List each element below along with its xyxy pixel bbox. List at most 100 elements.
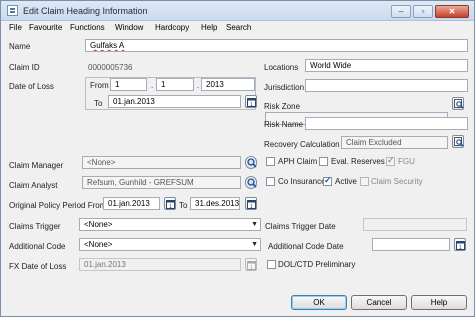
eval-reserves-label: Eval. Reserves bbox=[331, 157, 385, 166]
menu-bar: File Favourite Functions Window Hardcopy… bbox=[1, 21, 474, 35]
dol-ctd-preliminary-label: DOL/CTD Preliminary bbox=[278, 260, 356, 269]
help-button[interactable]: Help bbox=[411, 295, 467, 310]
additional-code-calendar-button[interactable]: 1 bbox=[454, 238, 466, 251]
claim-analyst-search-button[interactable] bbox=[245, 176, 257, 189]
claim-analyst-field[interactable]: Refsum, Gunhild - GREFSUM bbox=[82, 176, 241, 189]
lookup-icon bbox=[454, 137, 464, 147]
menu-hardcopy[interactable]: Hardcopy bbox=[155, 23, 189, 32]
recovery-calculation-field[interactable]: Claim Excluded bbox=[341, 136, 448, 149]
close-icon: ✕ bbox=[448, 7, 456, 16]
jurisdiction-label: Jurisdiction bbox=[264, 83, 305, 92]
svg-text:1: 1 bbox=[250, 265, 253, 270]
risk-name-label: Risk Name bbox=[264, 120, 304, 129]
menu-file[interactable]: File bbox=[9, 23, 22, 32]
dialog-window: Edit Claim Heading Information – ▫ ✕ Fil… bbox=[0, 0, 475, 317]
claims-trigger-label: Claims Trigger bbox=[9, 222, 61, 231]
policy-from-calendar-button[interactable]: 1 bbox=[164, 197, 176, 210]
fx-date-of-loss-label: FX Date of Loss bbox=[9, 262, 67, 271]
claim-analyst-label: Claim Analyst bbox=[9, 181, 58, 190]
ok-button[interactable]: OK bbox=[291, 295, 347, 310]
date-separator: . bbox=[151, 81, 154, 90]
minimize-button[interactable]: – bbox=[391, 5, 411, 18]
minimize-icon: – bbox=[398, 7, 404, 16]
calendar-button[interactable]: 1 bbox=[245, 95, 257, 108]
menu-functions[interactable]: Functions bbox=[70, 23, 105, 32]
aph-claim-checkbox[interactable] bbox=[266, 157, 275, 166]
claims-trigger-date-label: Claims Trigger Date bbox=[265, 222, 336, 231]
recovery-calculation-label: Recovery Calculation bbox=[264, 140, 340, 149]
risk-zone-label: Risk Zone bbox=[264, 102, 301, 111]
claim-id-label: Claim ID bbox=[9, 63, 40, 72]
co-insurance-label: Co Insurance bbox=[278, 177, 326, 186]
search-icon bbox=[247, 178, 257, 188]
from-day-field[interactable]: 1 bbox=[110, 78, 147, 91]
svg-text:1: 1 bbox=[250, 102, 253, 107]
title-bar: Edit Claim Heading Information – ▫ ✕ bbox=[1, 1, 474, 21]
calendar-icon: 1 bbox=[247, 98, 256, 107]
claim-manager-search-button[interactable] bbox=[245, 156, 257, 169]
active-checkbox[interactable]: ✓ bbox=[323, 175, 332, 186]
calendar-icon: 1 bbox=[247, 200, 256, 209]
policy-period-from-field[interactable]: 01.jan.2013 bbox=[103, 197, 160, 210]
dropdown-arrow-icon: ▼ bbox=[251, 241, 258, 248]
risk-name-field[interactable] bbox=[305, 117, 468, 130]
checkmark-icon: ✓ bbox=[387, 155, 395, 165]
jurisdiction-field[interactable] bbox=[305, 79, 468, 92]
to-label: To bbox=[94, 99, 103, 108]
maximize-button[interactable]: ▫ bbox=[413, 5, 433, 18]
locations-field[interactable]: World Wide bbox=[305, 59, 468, 72]
eval-reserves-checkbox[interactable] bbox=[319, 157, 328, 166]
active-label: Active bbox=[335, 177, 357, 186]
close-button[interactable]: ✕ bbox=[435, 5, 469, 18]
from-month-field[interactable]: 1 bbox=[156, 78, 194, 91]
additional-code-dropdown[interactable]: <None> ▼ bbox=[79, 238, 261, 251]
additional-code-label: Additional Code bbox=[9, 242, 66, 251]
menu-search[interactable]: Search bbox=[226, 23, 251, 32]
risk-zone-lookup-button[interactable] bbox=[452, 97, 464, 110]
fx-date-calendar-button[interactable]: 1 bbox=[245, 258, 257, 271]
aph-claim-label: APH Claim bbox=[278, 157, 318, 166]
to-date-field[interactable]: 01.jan.2013 bbox=[108, 95, 241, 108]
menu-help[interactable]: Help bbox=[201, 23, 217, 32]
app-icon bbox=[7, 5, 18, 16]
from-year-field[interactable]: 2013 bbox=[201, 78, 255, 91]
lookup-icon bbox=[454, 99, 464, 109]
policy-period-to-field[interactable]: 31.des.2013 bbox=[190, 197, 240, 210]
cancel-button[interactable]: Cancel bbox=[351, 295, 407, 310]
additional-code-date-label: Additional Code Date bbox=[268, 242, 344, 251]
name-field[interactable]: Gulfaks A bbox=[85, 39, 468, 52]
svg-text:1: 1 bbox=[169, 204, 172, 209]
svg-text:1: 1 bbox=[459, 245, 462, 250]
menu-favourite[interactable]: Favourite bbox=[29, 23, 62, 32]
claims-trigger-value: <None> bbox=[84, 220, 113, 229]
claim-security-label: Claim Security bbox=[371, 177, 423, 186]
additional-code-value: <None> bbox=[84, 240, 113, 249]
svg-text:1: 1 bbox=[250, 204, 253, 209]
calendar-icon: 1 bbox=[166, 200, 175, 209]
recovery-calculation-lookup-button[interactable] bbox=[452, 135, 464, 148]
checkmark-icon: ✓ bbox=[324, 175, 332, 185]
name-value: Gulfaks A bbox=[90, 41, 125, 50]
menu-window[interactable]: Window bbox=[115, 23, 143, 32]
policy-to-calendar-button[interactable]: 1 bbox=[245, 197, 257, 210]
fgu-label: FGU bbox=[398, 157, 415, 166]
fgu-checkbox[interactable]: ✓ bbox=[386, 155, 395, 166]
calendar-icon: 1 bbox=[247, 261, 256, 270]
window-title: Edit Claim Heading Information bbox=[23, 6, 148, 16]
claims-trigger-date-field[interactable] bbox=[363, 218, 467, 231]
claims-trigger-dropdown[interactable]: <None> ▼ bbox=[79, 218, 261, 231]
additional-code-date-field[interactable] bbox=[372, 238, 450, 251]
fx-date-of-loss-field[interactable]: 01.jan.2013 bbox=[79, 258, 241, 271]
from-label: From bbox=[90, 81, 109, 90]
dol-ctd-preliminary-checkbox[interactable] bbox=[267, 260, 276, 269]
claim-security-checkbox[interactable] bbox=[360, 177, 369, 186]
maximize-icon: ▫ bbox=[421, 7, 425, 16]
name-label: Name bbox=[9, 42, 31, 51]
claim-id-value: 0000005736 bbox=[88, 63, 133, 72]
dropdown-arrow-icon: ▼ bbox=[251, 221, 258, 228]
co-insurance-checkbox[interactable] bbox=[266, 177, 275, 186]
policy-period-to-label: To bbox=[179, 201, 188, 210]
claim-manager-field[interactable]: <None> bbox=[82, 156, 241, 169]
calendar-icon: 1 bbox=[456, 241, 465, 250]
date-of-loss-label: Date of Loss bbox=[9, 82, 54, 91]
